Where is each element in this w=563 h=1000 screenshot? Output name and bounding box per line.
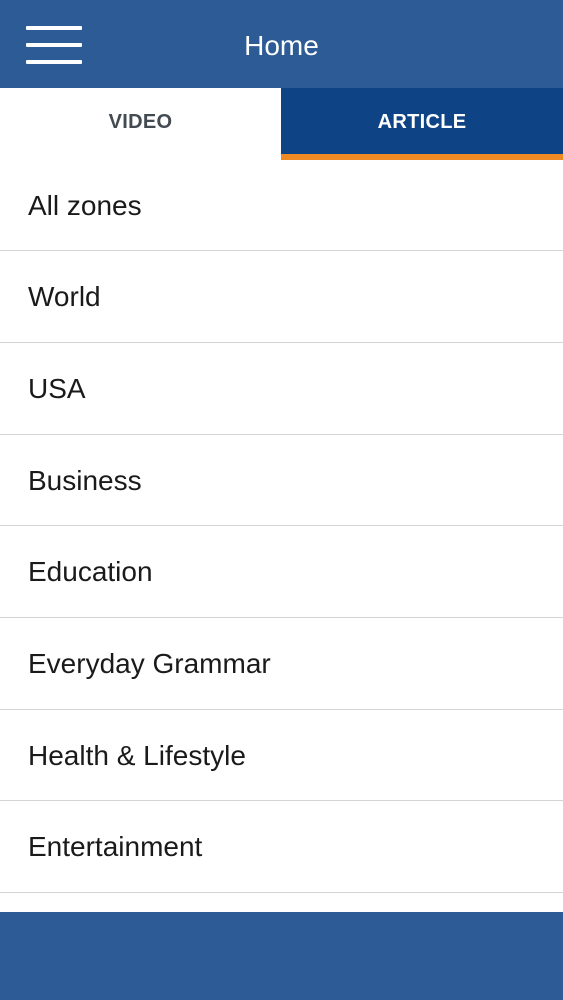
list-item-world[interactable]: World	[0, 251, 563, 343]
menu-icon-bar	[26, 26, 82, 30]
app-screen: Home VIDEO ARTICLE All zones World USA B…	[0, 0, 563, 1000]
zones-list: All zones World USA Business Education E…	[0, 160, 563, 893]
menu-icon-bar	[26, 43, 82, 47]
bottom-bar	[0, 912, 563, 1000]
tab-video[interactable]: VIDEO	[0, 88, 281, 160]
list-item-all-zones[interactable]: All zones	[0, 160, 563, 251]
content-type-tabs: VIDEO ARTICLE	[0, 88, 563, 160]
top-app-bar: Home	[0, 0, 563, 88]
list-item-entertainment[interactable]: Entertainment	[0, 801, 563, 893]
list-item-business[interactable]: Business	[0, 435, 563, 526]
list-item-everyday-grammar[interactable]: Everyday Grammar	[0, 618, 563, 710]
list-item-education[interactable]: Education	[0, 526, 563, 618]
list-item-health-lifestyle[interactable]: Health & Lifestyle	[0, 710, 563, 801]
list-item-usa[interactable]: USA	[0, 343, 563, 435]
menu-icon-bar	[26, 60, 82, 64]
page-title: Home	[244, 30, 319, 61]
hamburger-menu-icon[interactable]	[26, 24, 82, 68]
tab-article[interactable]: ARTICLE	[281, 88, 563, 160]
